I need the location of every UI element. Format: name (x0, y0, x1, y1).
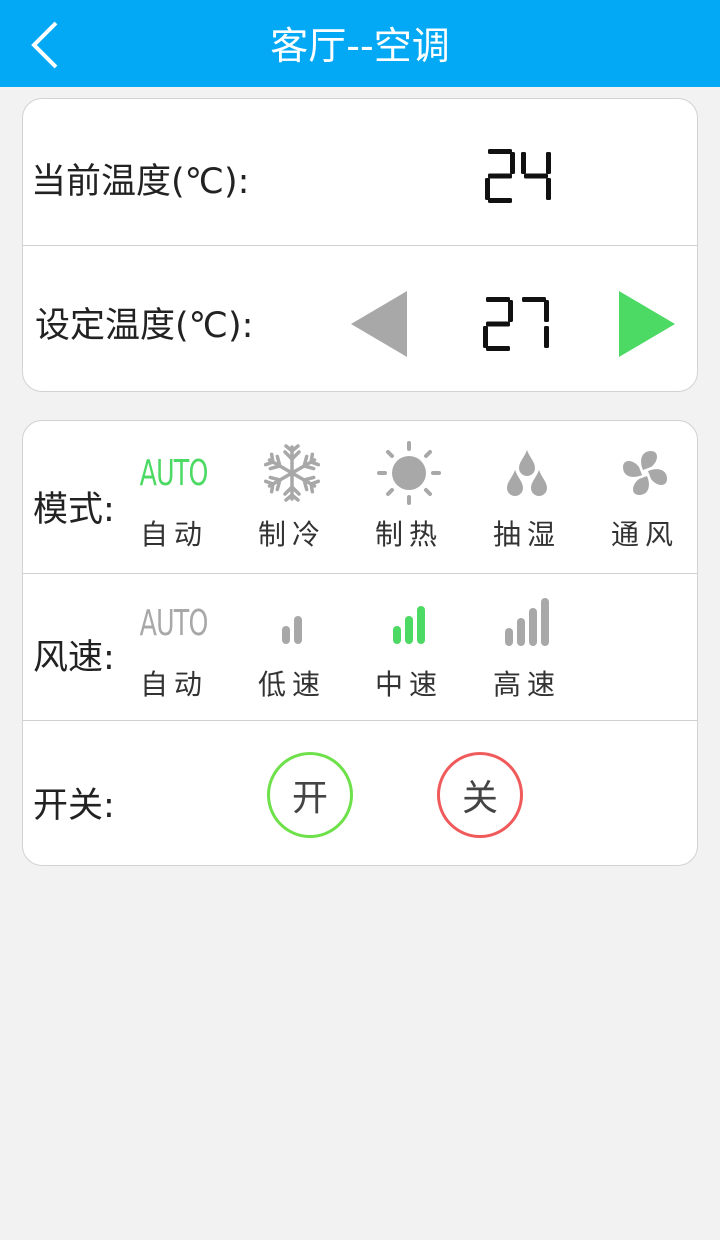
mode-cool-option[interactable]: 制冷 (237, 441, 347, 553)
mode-dry-option[interactable]: 抽湿 (472, 441, 582, 553)
speed-medium-label: 中速 (374, 668, 443, 701)
speed-medium-option[interactable]: 中速 (354, 591, 464, 703)
mode-heat-option[interactable]: 制热 (354, 441, 464, 553)
digit-segment (544, 326, 549, 348)
digit-segment (486, 346, 510, 351)
digit-segment (522, 297, 546, 302)
speed-high-label: 高速 (492, 668, 561, 701)
digit-segment (544, 300, 549, 322)
drops-icon (507, 450, 547, 496)
digit-segment (546, 178, 551, 200)
digit-segment (486, 321, 510, 327)
top-bar: 客厅--空调 (0, 0, 720, 87)
speed-auto-label: 自动 (139, 668, 208, 701)
speed-high-option[interactable]: 高速 (472, 591, 582, 703)
control-card: 模式: AUTO 自动 制冷 制热 抽湿 通风 风速: AUTO 自动 低速 中… (22, 420, 698, 866)
sun-icon (377, 441, 441, 505)
digit-segment (546, 152, 551, 174)
current-temp-display (485, 149, 551, 203)
page-title: 客厅--空调 (270, 24, 450, 68)
mode-heat-label: 制热 (374, 518, 443, 551)
fan-icon (623, 451, 667, 495)
digit-segment (521, 152, 526, 174)
mode-auto-option[interactable]: AUTO 自动 (119, 441, 229, 553)
power-off-button[interactable]: 关 (437, 752, 523, 838)
fan-speed-label: 风速: (33, 638, 115, 678)
digit-segment (524, 173, 548, 179)
current-temp-label: 当前温度(℃): (31, 162, 250, 202)
mode-fan-option[interactable]: 通风 (590, 441, 700, 553)
set-temp-label: 设定温度(℃): (35, 306, 254, 346)
power-on-button[interactable]: 开 (267, 752, 353, 838)
power-label: 开关: (33, 786, 115, 826)
divider (23, 720, 697, 721)
auto-icon: AUTO (140, 602, 209, 644)
increase-temp-button[interactable] (619, 291, 677, 357)
signal-medium-icon (393, 606, 425, 644)
signal-low-icon (282, 616, 302, 644)
digit-segment (488, 149, 512, 154)
digit-segment (485, 178, 490, 200)
speed-low-label: 低速 (257, 668, 326, 701)
digit-segment (486, 297, 510, 302)
digit-segment (488, 198, 512, 203)
digit-segment (510, 152, 515, 174)
auto-icon: AUTO (140, 452, 209, 494)
speed-low-option[interactable]: 低速 (237, 591, 347, 703)
mode-cool-label: 制冷 (257, 518, 326, 551)
divider (23, 573, 697, 574)
divider (23, 245, 697, 246)
mode-fan-label: 通风 (610, 518, 679, 551)
decrease-temp-button[interactable] (351, 291, 409, 357)
mode-auto-label: 自动 (139, 518, 208, 551)
signal-high-icon (505, 598, 549, 646)
temperature-card: 当前温度(℃): 设定温度(℃): (22, 98, 698, 392)
set-temp-display (483, 297, 549, 351)
mode-label: 模式: (33, 490, 115, 530)
speed-auto-option[interactable]: AUTO 自动 (119, 591, 229, 703)
digit-segment (483, 326, 488, 348)
digit-segment (508, 300, 513, 322)
mode-dry-label: 抽湿 (492, 518, 561, 551)
digit-segment (488, 173, 512, 179)
snowflake-icon (264, 444, 320, 502)
